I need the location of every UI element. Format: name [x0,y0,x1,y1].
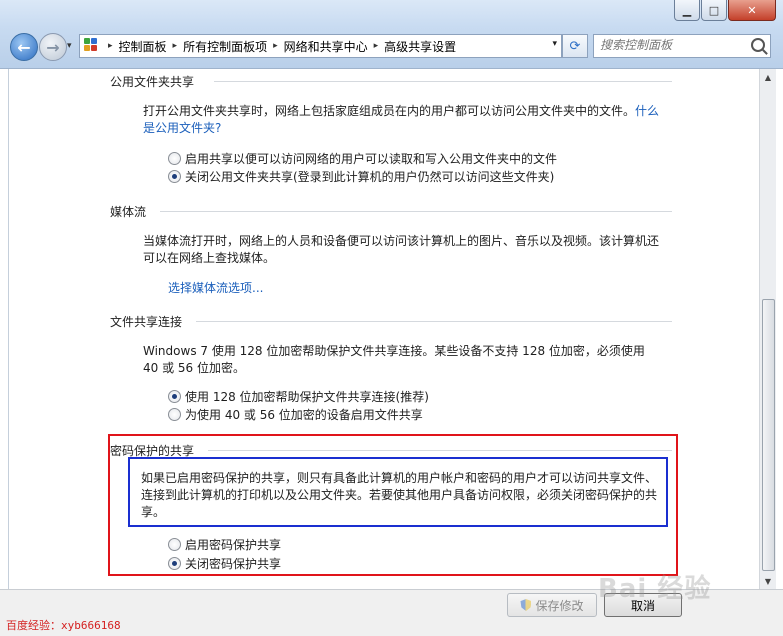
back-button[interactable]: ← [10,33,38,61]
radio-button-selected[interactable] [168,390,181,403]
search-input[interactable] [594,35,750,55]
public-folder-description: 打开公用文件夹共享时，网络上包括家庭组成员在内的用户都可以访问公用文件夹中的文件… [143,103,663,137]
recent-pages-dropdown-icon[interactable]: ▾ [67,41,72,51]
radio-enable-public-sharing[interactable]: 启用共享以便可以访问网络的用户可以读取和写入公用文件夹中的文件 [168,150,557,167]
radio-button-selected[interactable] [168,170,181,183]
section-divider [160,211,672,212]
section-divider [214,81,672,82]
uac-shield-icon [520,599,532,611]
file-sharing-description: Windows 7 使用 128 位加密帮助保护文件共享连接。某些设备不支持 1… [143,344,645,375]
close-button[interactable]: ✕ [728,0,776,21]
section-title-file-sharing: 文件共享连接 [110,315,183,329]
save-changes-label: 保存修改 [535,598,584,613]
control-panel-icon [84,38,102,54]
address-dropdown-icon[interactable]: ▾ [552,39,557,49]
radio-40-56bit-encryption[interactable]: 为使用 40 或 56 位加密的设备启用文件共享 [168,406,423,423]
section-divider [196,321,672,322]
refresh-button[interactable]: ⟳ [562,34,588,58]
radio-label: 为使用 40 或 56 位加密的设备启用文件共享 [185,408,423,422]
public-folder-description-text: 打开公用文件夹共享时，网络上包括家庭组成员在内的用户都可以访问公用文件夹中的文件… [143,104,636,118]
breadcrumb-separator-icon[interactable]: ▸ [273,41,278,51]
vertical-scrollbar[interactable]: ▲ ▼ [759,69,776,589]
address-bar[interactable]: ▸ 控制面板 ▸ 所有控制面板项 ▸ 网络和共享中心 ▸ 高级共享设置 ▾ [79,34,562,58]
save-changes-button[interactable]: 保存修改 [507,593,597,617]
breadcrumb: ▸ 控制面板 ▸ 所有控制面板项 ▸ 网络和共享中心 ▸ 高级共享设置 [102,38,456,55]
brand-watermark: Bai 经验 [598,574,712,604]
breadcrumb-item-network-center[interactable]: 网络和共享中心 [284,38,368,55]
back-arrow-icon: ← [17,37,31,57]
section-title-media-streaming: 媒体流 [110,205,147,219]
breadcrumb-separator-icon[interactable]: ▸ [108,41,113,51]
breadcrumb-item-advanced-sharing[interactable]: 高级共享设置 [384,38,456,55]
scroll-up-icon[interactable]: ▲ [760,69,776,85]
breadcrumb-separator-icon[interactable]: ▸ [374,41,379,51]
window-titlebar: ▁ □ ✕ ← → ▾ ▸ 控制面板 ▸ 所有控制面板项 ▸ 网络和共享中心 ▸… [0,0,783,69]
author-watermark: 百度经验：xyb666168 [6,619,121,632]
section-title-public-folder: 公用文件夹共享 [110,75,195,89]
search-box[interactable] [593,34,771,58]
forward-arrow-icon: → [46,37,60,57]
breadcrumb-item-control-panel[interactable]: 控制面板 [119,38,167,55]
radio-label: 使用 128 位加密帮助保护文件共享连接(推荐) [185,390,429,404]
choose-media-streaming-options-link[interactable]: 选择媒体流选项... [168,279,263,296]
media-streaming-description: 当媒体流打开时，网络上的人员和设备便可以访问该计算机上的图片、音乐以及视频。该计… [143,234,660,265]
maximize-button[interactable]: □ [701,0,727,21]
highlight-box-blue [128,457,668,527]
radio-disable-public-sharing[interactable]: 关闭公用文件夹共享(登录到此计算机的用户仍然可以访问这些文件夹) [168,168,554,185]
scroll-down-icon[interactable]: ▼ [760,573,776,589]
radio-button[interactable] [168,408,181,421]
radio-128bit-encryption[interactable]: 使用 128 位加密帮助保护文件共享连接(推荐) [168,388,429,405]
minimize-button[interactable]: ▁ [674,0,700,21]
breadcrumb-separator-icon[interactable]: ▸ [173,41,178,51]
radio-button[interactable] [168,152,181,165]
refresh-icon: ⟳ [569,38,581,54]
radio-label: 关闭公用文件夹共享(登录到此计算机的用户仍然可以访问这些文件夹) [185,170,555,184]
forward-button[interactable]: → [39,33,67,61]
radio-label: 启用共享以便可以访问网络的用户可以读取和写入公用文件夹中的文件 [185,152,558,166]
search-icon[interactable] [751,38,765,52]
scroll-thumb[interactable] [762,299,775,571]
breadcrumb-item-all-items[interactable]: 所有控制面板项 [183,38,267,55]
